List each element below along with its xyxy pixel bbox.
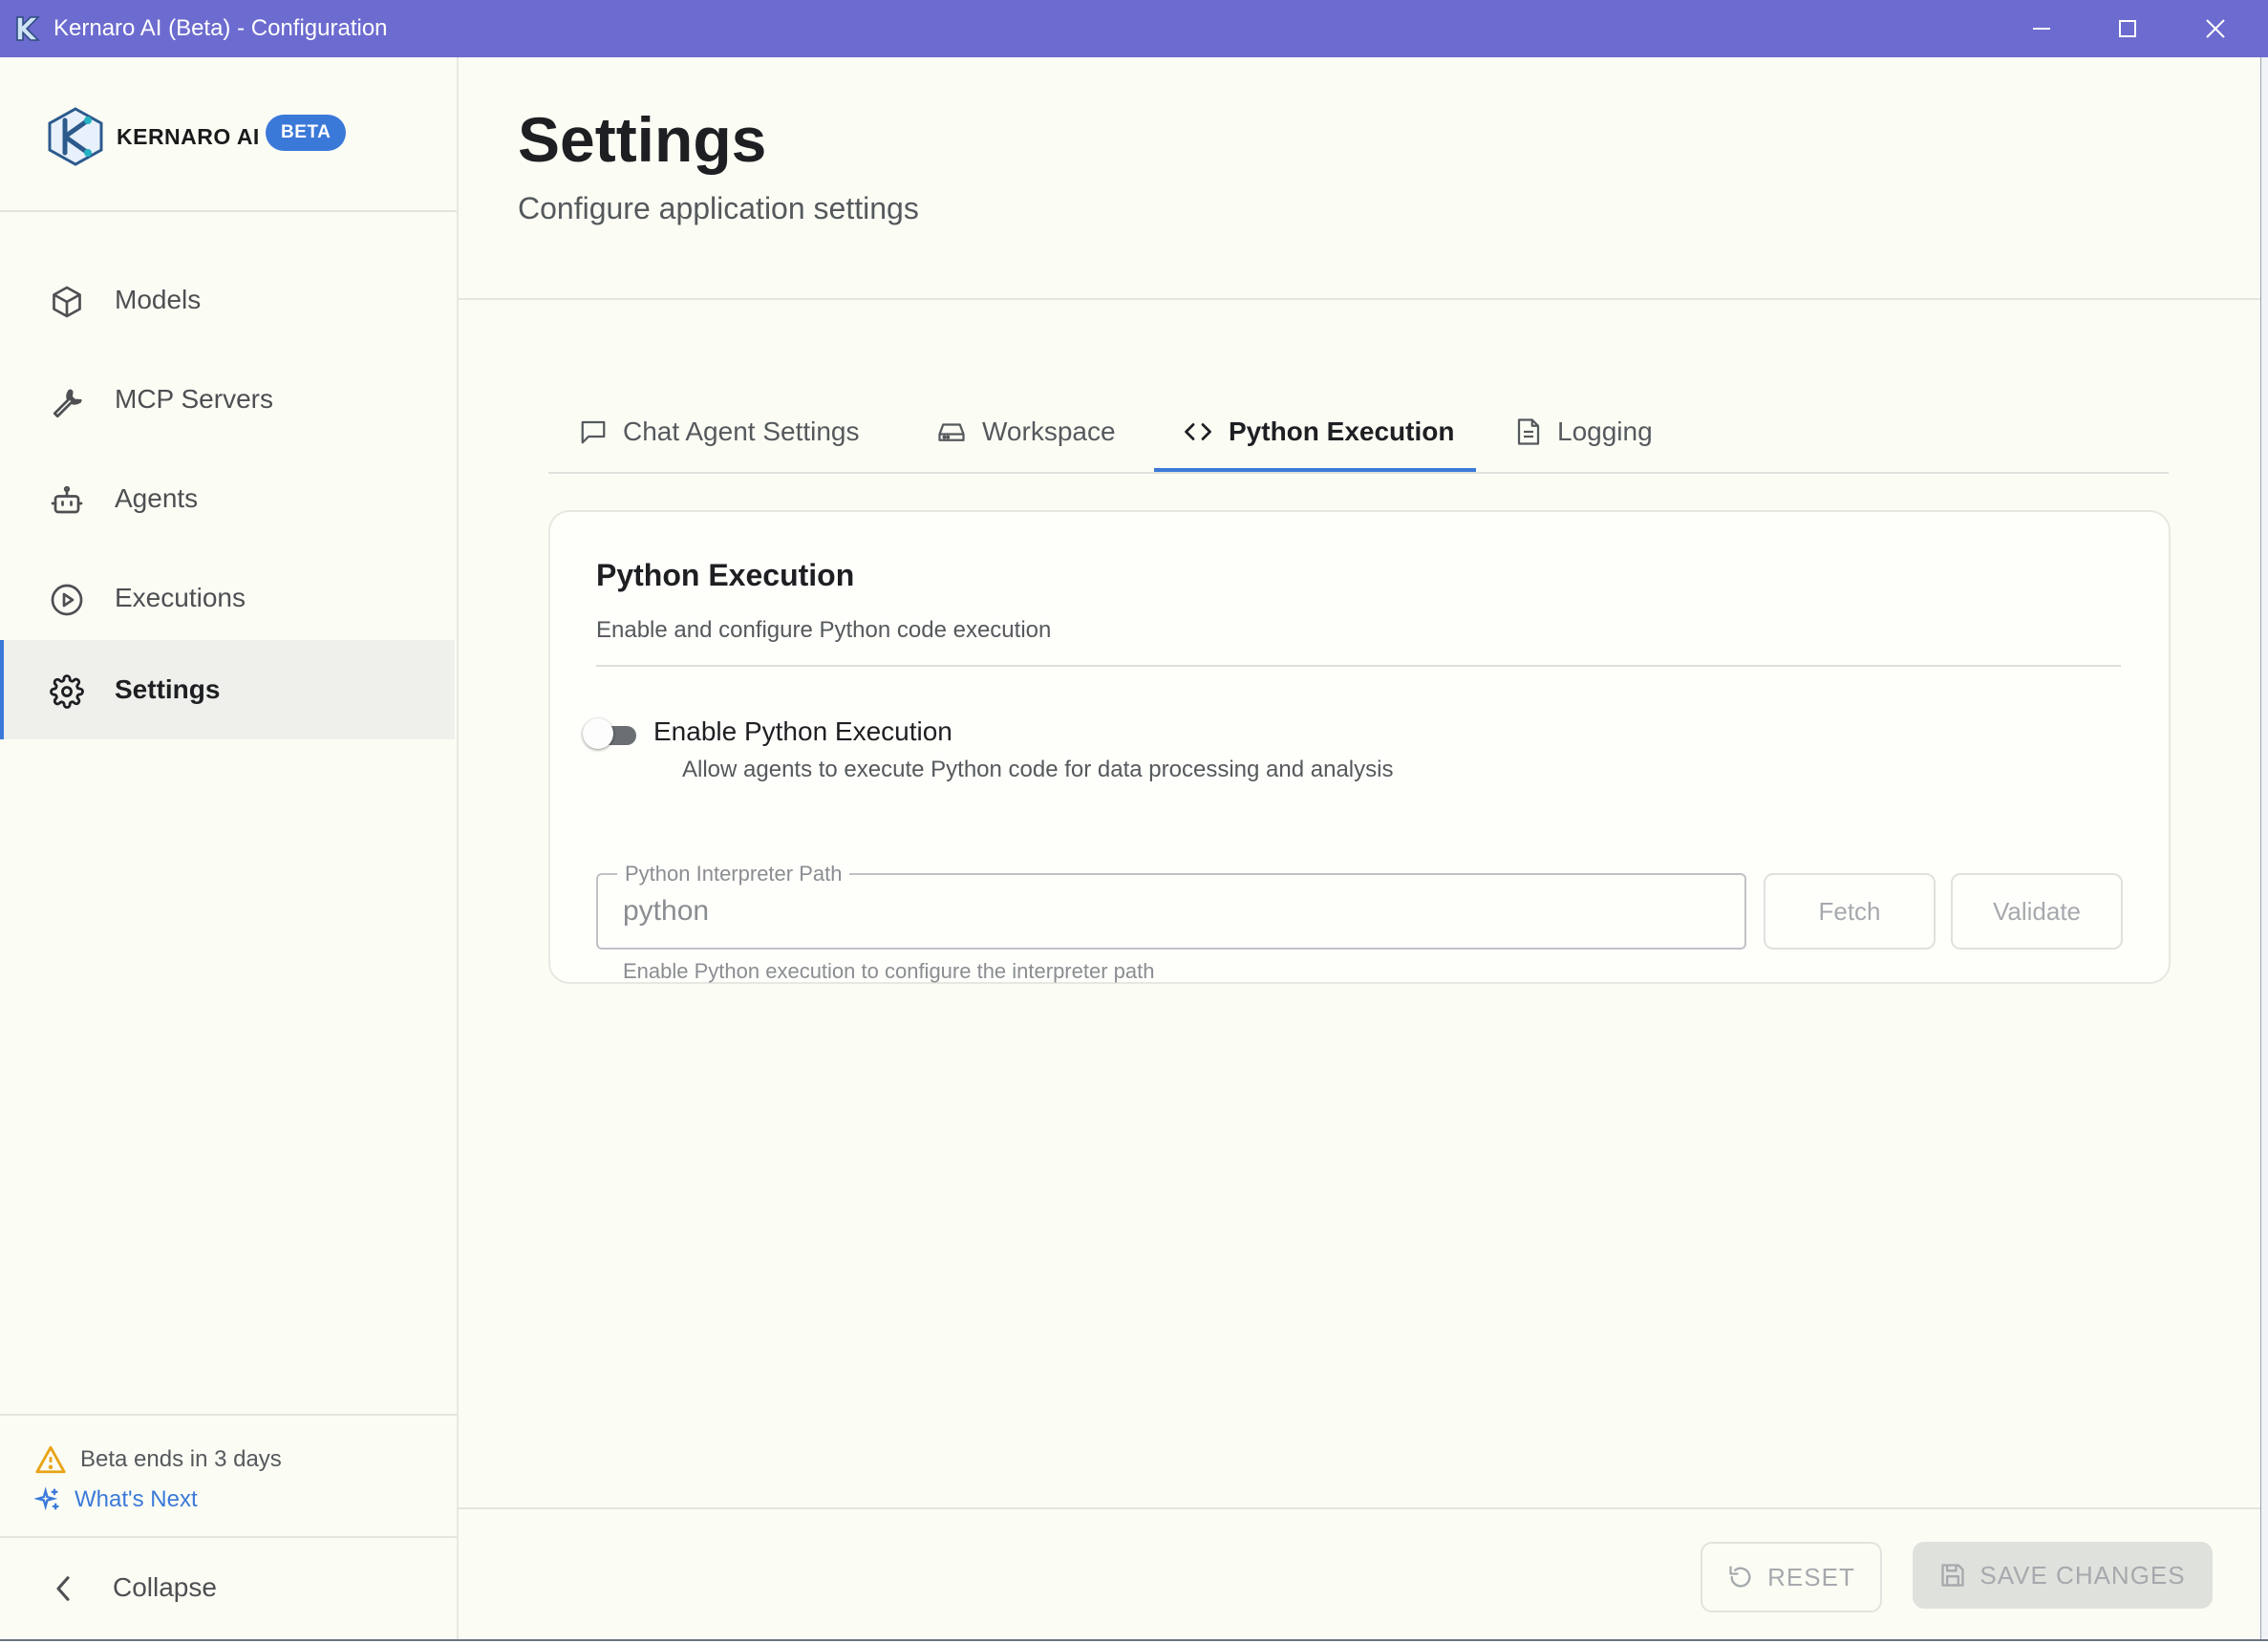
sidebar-item-agents[interactable]: Agents bbox=[0, 449, 455, 548]
tab-python-execution[interactable]: Python Execution bbox=[1183, 392, 1454, 472]
active-tab-indicator bbox=[1154, 468, 1476, 472]
document-icon bbox=[1515, 417, 1542, 446]
drive-icon bbox=[936, 417, 967, 446]
whats-next-link[interactable]: What's Next bbox=[34, 1486, 198, 1513]
robot-icon bbox=[50, 483, 84, 518]
validate-button[interactable]: Validate bbox=[1951, 873, 2123, 950]
field-value: python bbox=[623, 895, 710, 927]
beta-notice: Beta ends in 3 days bbox=[34, 1444, 282, 1475]
reset-icon bbox=[1727, 1564, 1754, 1591]
sidebar-item-label: Settings bbox=[115, 674, 221, 704]
page-subtitle: Configure application settings bbox=[518, 191, 919, 225]
page-header: Settings Configure application settings bbox=[459, 57, 2260, 300]
tab-logging[interactable]: Logging bbox=[1515, 392, 1653, 472]
sparkle-icon bbox=[34, 1486, 61, 1513]
toggle-description: Allow agents to execute Python code for … bbox=[682, 757, 1394, 782]
warning-icon bbox=[34, 1444, 67, 1475]
brand-header: KERNARO AI BETA bbox=[0, 57, 457, 212]
whats-next-label: What's Next bbox=[75, 1486, 198, 1512]
gear-icon bbox=[50, 674, 84, 709]
beta-badge: BETA bbox=[266, 115, 347, 151]
python-execution-card: Python Execution Enable and configure Py… bbox=[548, 510, 2171, 984]
reset-label: RESET bbox=[1767, 1562, 1855, 1591]
maximize-icon bbox=[2118, 19, 2137, 38]
app-icon bbox=[11, 13, 42, 44]
sidebar-item-models[interactable]: Models bbox=[0, 250, 455, 350]
code-icon bbox=[1183, 417, 1213, 446]
save-label: SAVE CHANGES bbox=[1979, 1560, 2186, 1590]
minimize-button[interactable] bbox=[1999, 0, 2085, 57]
brand-name: KERNARO AI bbox=[117, 124, 260, 149]
window-title: Kernaro AI (Beta) - Configuration bbox=[53, 15, 388, 41]
reset-button[interactable]: RESET bbox=[1701, 1542, 1882, 1612]
tab-label: Logging bbox=[1557, 416, 1653, 446]
chevron-left-icon bbox=[52, 1574, 75, 1603]
toggle-thumb bbox=[583, 718, 613, 749]
sidebar-item-mcp-servers[interactable]: MCP Servers bbox=[0, 350, 455, 449]
sidebar-item-settings[interactable]: Settings bbox=[0, 640, 455, 739]
close-button[interactable] bbox=[2172, 0, 2258, 57]
card-description: Enable and configure Python code executi… bbox=[596, 617, 1052, 643]
maximize-button[interactable] bbox=[2085, 0, 2171, 57]
settings-tabs: Chat Agent Settings Workspace Python Exe… bbox=[548, 392, 2169, 474]
sidebar: KERNARO AI BETA Models MCP Servers Agent… bbox=[0, 57, 459, 1640]
tab-label: Chat Agent Settings bbox=[623, 416, 860, 446]
sidebar-item-label: Models bbox=[115, 285, 202, 314]
wrench-icon bbox=[50, 384, 84, 418]
card-title: Python Execution bbox=[596, 558, 855, 592]
tab-label: Workspace bbox=[982, 416, 1116, 446]
card-divider bbox=[596, 665, 2121, 667]
tab-label: Python Execution bbox=[1229, 416, 1455, 446]
action-bar: RESET SAVE CHANGES bbox=[459, 1507, 2260, 1642]
sidebar-item-label: Executions bbox=[115, 583, 246, 612]
field-helper-text: Enable Python execution to configure the… bbox=[623, 959, 1155, 983]
sidebar-footer: Beta ends in 3 days What's Next Collapse bbox=[0, 1414, 457, 1642]
play-circle-icon bbox=[50, 583, 84, 617]
title-bar: Kernaro AI (Beta) - Configuration bbox=[0, 0, 2268, 57]
save-changes-button[interactable]: SAVE CHANGES bbox=[1913, 1542, 2213, 1609]
page-title: Settings bbox=[518, 104, 767, 175]
chat-bubble-icon bbox=[579, 417, 608, 446]
python-interpreter-path-field[interactable]: Python Interpreter Path python bbox=[596, 862, 1746, 950]
kernaro-logo-icon bbox=[46, 107, 105, 166]
window-edge bbox=[2260, 57, 2268, 1641]
minimize-icon bbox=[2032, 19, 2051, 38]
enable-python-toggle[interactable] bbox=[583, 716, 640, 755]
tab-chat-agent-settings[interactable]: Chat Agent Settings bbox=[579, 392, 860, 472]
sidebar-item-executions[interactable]: Executions bbox=[0, 548, 455, 648]
save-icon bbox=[1939, 1562, 1966, 1589]
beta-notice-text: Beta ends in 3 days bbox=[80, 1446, 282, 1472]
close-icon bbox=[2205, 18, 2226, 39]
fetch-button[interactable]: Fetch bbox=[1764, 873, 1936, 950]
tab-workspace[interactable]: Workspace bbox=[936, 392, 1116, 472]
sidebar-item-label: MCP Servers bbox=[115, 384, 273, 414]
collapse-button[interactable]: Collapse bbox=[0, 1536, 457, 1644]
cube-icon bbox=[50, 285, 84, 319]
toggle-label: Enable Python Execution bbox=[653, 716, 952, 746]
collapse-label: Collapse bbox=[113, 1572, 217, 1602]
sidebar-item-label: Agents bbox=[115, 483, 199, 513]
